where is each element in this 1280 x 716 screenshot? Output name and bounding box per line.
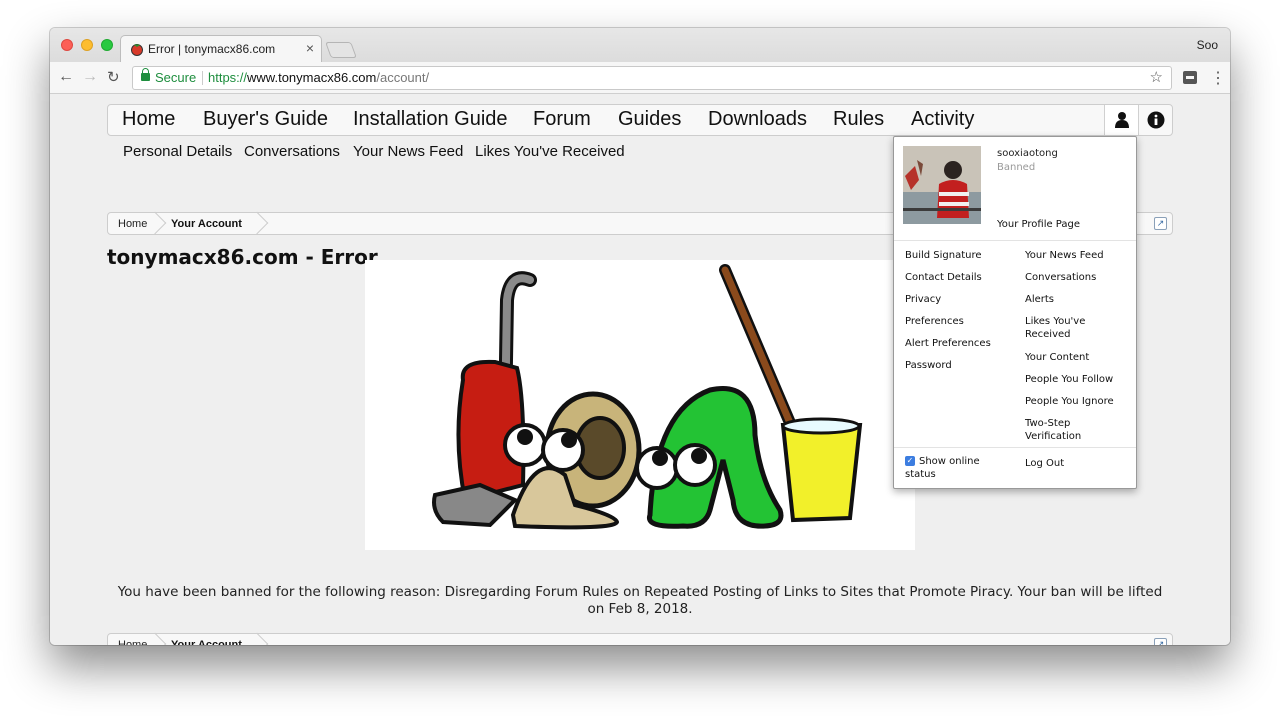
breadcrumb-current[interactable]: Your Account	[171, 218, 242, 230]
breadcrumb-separator	[245, 632, 269, 645]
nav-item-rules[interactable]: Rules	[833, 108, 884, 131]
jump-link-icon[interactable]: ↗	[1154, 638, 1167, 645]
info-icon	[1147, 111, 1165, 129]
show-online-status-label[interactable]: Show online status	[905, 455, 1005, 481]
new-tab-button[interactable]	[325, 42, 357, 58]
profile-page-link[interactable]: Your Profile Page	[997, 219, 1080, 230]
secure-label: Secure	[155, 70, 197, 85]
info-menu-button[interactable]	[1138, 105, 1172, 135]
browser-profile-name[interactable]: Soo	[1197, 38, 1218, 52]
breadcrumb-home[interactable]: Home	[118, 218, 147, 230]
logout-link[interactable]: Log Out	[1025, 457, 1125, 470]
minimize-window-button[interactable]	[81, 39, 93, 51]
menu-alert-preferences[interactable]: Alert Preferences	[905, 337, 1005, 350]
breadcrumb-separator	[143, 632, 167, 645]
dropdown-username[interactable]: sooxiaotong	[997, 148, 1058, 159]
forward-arrow-icon[interactable]: →	[82, 68, 98, 86]
menu-contact-details[interactable]: Contact Details	[905, 271, 1005, 284]
menu-conversations[interactable]: Conversations	[1025, 271, 1125, 284]
breadcrumb-separator	[143, 211, 167, 235]
user-icon	[1115, 112, 1129, 128]
tab-bar: Error | tonymacx86.com × Soo	[50, 28, 1230, 62]
breadcrumb-footer: Home Your Account ↗	[107, 632, 1173, 645]
zoom-window-button[interactable]	[101, 39, 113, 51]
main-navbar: Home Buyer's Guide Installation Guide Fo…	[107, 104, 1173, 136]
back-arrow-icon[interactable]: ←	[58, 68, 74, 86]
tab-title: Error | tonymacx86.com	[148, 42, 276, 56]
subnav-conversations[interactable]: Conversations	[244, 143, 340, 160]
nav-item-guides[interactable]: Guides	[618, 108, 681, 131]
dropdown-divider	[894, 447, 1136, 448]
reload-icon[interactable]: ↻	[107, 68, 120, 86]
menu-build-signature[interactable]: Build Signature	[905, 249, 1005, 262]
menu-preferences[interactable]: Preferences	[905, 315, 1005, 328]
menu-two-step-verification[interactable]: Two-Step Verification	[1025, 417, 1105, 443]
address-bar[interactable]: Secure https://www.tonymacx86.com/accoun…	[132, 66, 1172, 90]
close-window-button[interactable]	[61, 39, 73, 51]
url-host: www.tonymacx86.com	[247, 70, 377, 85]
account-dropdown: sooxiaotong Banned Your Profile Page Bui…	[893, 136, 1137, 489]
breadcrumb-separator	[245, 211, 269, 235]
ban-message: You have been banned for the following r…	[117, 584, 1163, 617]
browser-tab[interactable]: Error | tonymacx86.com ×	[120, 35, 322, 62]
dropdown-divider	[894, 240, 1136, 241]
menu-people-you-follow[interactable]: People You Follow	[1025, 373, 1125, 386]
menu-your-content[interactable]: Your Content	[1025, 351, 1125, 364]
menu-password[interactable]: Password	[905, 359, 1005, 372]
jump-link-icon[interactable]: ↗	[1154, 217, 1167, 230]
lock-icon	[141, 68, 150, 81]
url-path: /account/	[376, 70, 430, 85]
error-illustration	[365, 260, 915, 550]
subnav-personal-details[interactable]: Personal Details	[123, 143, 232, 160]
extension-icon[interactable]	[1183, 71, 1197, 84]
subnav-likes-received[interactable]: Likes You've Received	[475, 143, 625, 160]
menu-privacy[interactable]: Privacy	[905, 293, 1005, 306]
avatar[interactable]	[903, 146, 981, 224]
nav-item-forum[interactable]: Forum	[533, 108, 591, 131]
tab-close-icon[interactable]: ×	[306, 40, 314, 56]
menu-news-feed[interactable]: Your News Feed	[1025, 249, 1125, 262]
page-title: tonymacx86.com - Error	[107, 245, 378, 269]
nav-item-downloads[interactable]: Downloads	[708, 108, 807, 131]
subnav-news-feed[interactable]: Your News Feed	[353, 143, 463, 160]
dropdown-user-status: Banned	[997, 162, 1036, 173]
nav-item-home[interactable]: Home	[122, 108, 175, 131]
account-menu-button[interactable]	[1104, 105, 1138, 135]
menu-alerts[interactable]: Alerts	[1025, 293, 1125, 306]
address-separator	[202, 71, 203, 85]
nav-item-buyers-guide[interactable]: Buyer's Guide	[203, 108, 328, 131]
menu-likes-received[interactable]: Likes You've Received	[1025, 315, 1115, 341]
breadcrumb-current[interactable]: Your Account	[171, 639, 242, 645]
browser-menu-icon[interactable]: ⋮	[1210, 68, 1226, 88]
url-scheme: https://	[208, 70, 248, 85]
menu-people-you-ignore[interactable]: People You Ignore	[1025, 395, 1125, 408]
nav-item-installation-guide[interactable]: Installation Guide	[353, 108, 508, 131]
browser-toolbar: ← → ↻ Secure https://www.tonymacx86.com/…	[50, 62, 1230, 94]
tomato-favicon-icon	[131, 44, 143, 56]
nav-item-activity[interactable]: Activity	[911, 108, 974, 131]
url-text[interactable]: https://www.tonymacx86.com/account/	[208, 67, 429, 89]
bookmark-star-icon[interactable]: ☆	[1150, 67, 1163, 89]
